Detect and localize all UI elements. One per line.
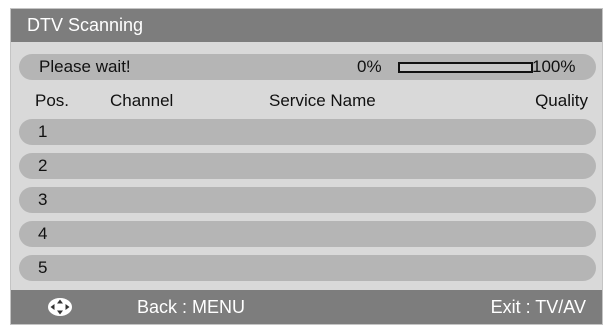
row-pos: 1 <box>38 122 48 141</box>
row-pos: 2 <box>38 156 48 175</box>
status-message: Please wait! <box>39 57 131 76</box>
exit-tvav-label[interactable]: Exit : TV/AV <box>491 290 586 324</box>
progress-bar <box>398 62 533 73</box>
dtv-scanning-window: DTV Scanning Please wait! 0% 100% Pos. C… <box>10 8 603 325</box>
table-row[interactable]: 3 <box>19 187 596 213</box>
column-pos: Pos. <box>35 91 70 110</box>
column-quality: Quality <box>535 91 588 110</box>
back-menu-label[interactable]: Back : MENU <box>137 290 245 324</box>
window-title: DTV Scanning <box>11 9 602 42</box>
footer-bar: Back : MENU Exit : TV/AV <box>11 290 602 324</box>
column-channel: Channel <box>110 91 174 110</box>
scan-status-bar: Please wait! 0% 100% <box>19 54 596 80</box>
row-pos: 3 <box>38 190 48 209</box>
column-service-name: Service Name <box>269 91 376 110</box>
row-pos: 5 <box>38 258 48 277</box>
table-row[interactable]: 4 <box>19 221 596 247</box>
navigation-cross-icon <box>48 298 72 316</box>
progress-start-label: 0% <box>357 57 382 76</box>
table-row[interactable]: 2 <box>19 153 596 179</box>
progress-end-label: 100% <box>532 57 576 76</box>
table-header: Pos. Channel Service Name Quality <box>11 89 602 113</box>
row-pos: 4 <box>38 224 48 243</box>
table-row[interactable]: 5 <box>19 255 596 281</box>
table-row[interactable]: 1 <box>19 119 596 145</box>
